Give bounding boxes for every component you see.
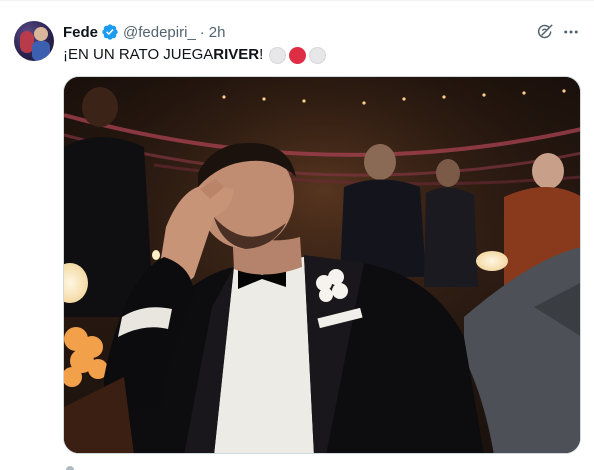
tweet-text-suffix: ! xyxy=(259,46,264,63)
author-handle[interactable]: @fedepiri_ xyxy=(123,24,196,41)
media-illustration xyxy=(64,77,580,453)
white-circle-emoji xyxy=(269,46,287,64)
avatar-figure-3 xyxy=(32,41,50,61)
tweet-header: Fede @fedepiri_ · 2h xyxy=(63,22,225,42)
white-circle-emoji xyxy=(309,46,327,64)
tweet-text: ¡EN UN RATO JUEGA RIVER! xyxy=(63,45,327,65)
author-name[interactable]: Fede xyxy=(63,24,98,41)
more-icon[interactable] xyxy=(561,23,581,41)
avatar-figure-2 xyxy=(34,27,48,41)
tweet-text-prefix: ¡EN UN RATO JUEGA xyxy=(63,46,214,63)
top-divider xyxy=(0,0,594,1)
next-item-edge xyxy=(66,466,74,470)
tweet-timestamp[interactable]: 2h xyxy=(209,24,226,41)
author-avatar[interactable] xyxy=(14,21,54,61)
verified-badge-icon[interactable] xyxy=(101,23,119,41)
tweet-media-image[interactable] xyxy=(63,76,581,454)
emoji-circles xyxy=(269,46,327,64)
separator-dot: · xyxy=(199,23,205,41)
grok-icon[interactable] xyxy=(536,23,554,41)
tweet-text-bold: RIVER xyxy=(213,46,260,63)
red-circle-emoji xyxy=(289,46,307,64)
